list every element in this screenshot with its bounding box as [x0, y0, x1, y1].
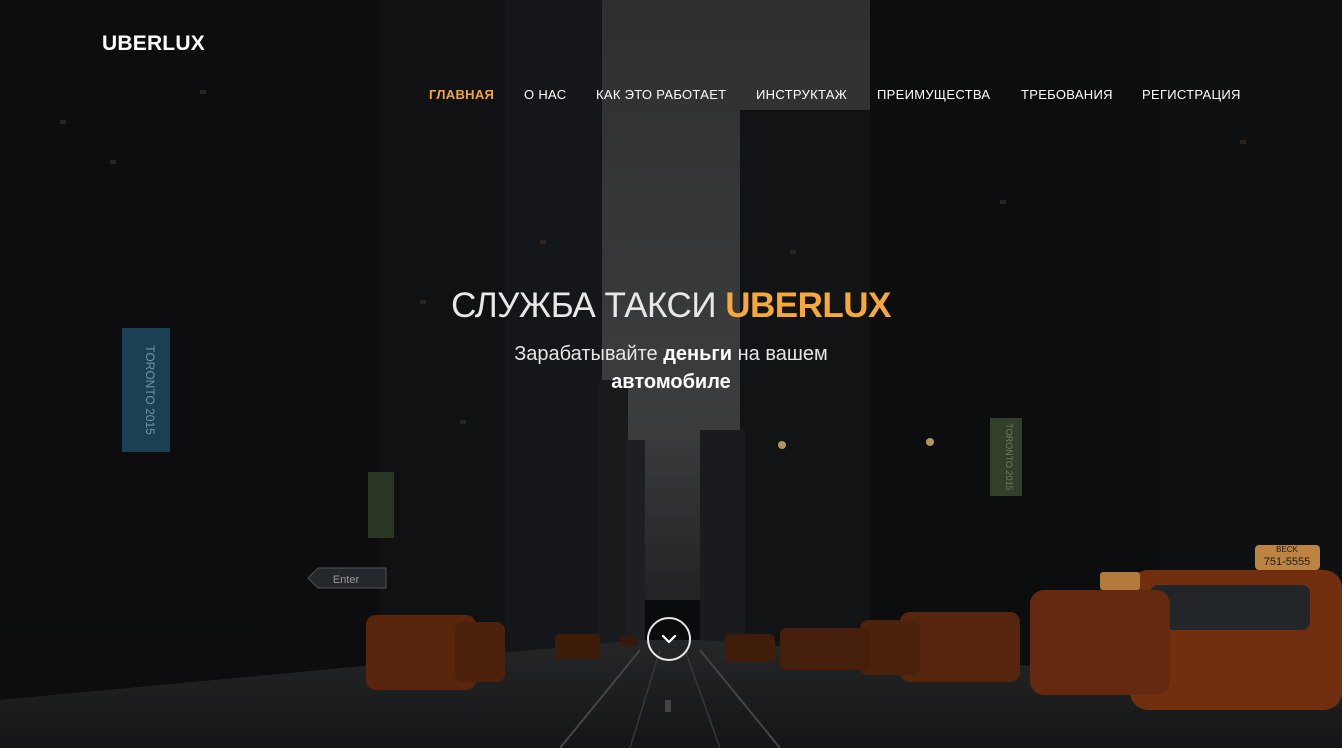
nav-item-requirements[interactable]: ТРЕБОВАНИЯ: [1021, 87, 1113, 102]
scroll-down-button[interactable]: [647, 617, 691, 661]
nav-item-how-it-works[interactable]: КАК ЭТО РАБОТАЕТ: [596, 87, 726, 102]
nav-item-home[interactable]: ГЛАВНАЯ: [429, 87, 494, 102]
hero-subtitle-part1: Зарабатывайте: [514, 343, 658, 365]
nav-item-briefing[interactable]: ИНСТРУКТАЖ: [756, 87, 847, 102]
hero-title: СЛУЖБА ТАКСИ UBERLUX: [0, 286, 1342, 326]
hero-subtitle-part2: на вашем: [737, 343, 828, 365]
nav-item-about[interactable]: О НАС: [524, 87, 566, 102]
hero-subtitle: Зарабатывайте деньги на вашем автомобиле: [471, 340, 871, 396]
site-logo[interactable]: UBERLUX: [102, 32, 205, 56]
chevron-down-icon: [661, 634, 677, 644]
hero-subtitle-bold1: деньги: [663, 343, 733, 365]
hero-title-accent: UBERLUX: [725, 286, 891, 325]
main-nav: ГЛАВНАЯ О НАС КАК ЭТО РАБОТАЕТ ИНСТРУКТА…: [0, 87, 1342, 103]
hero-title-prefix: СЛУЖБА ТАКСИ: [451, 286, 716, 325]
nav-item-advantages[interactable]: ПРЕИМУЩЕСТВА: [877, 87, 990, 102]
nav-item-registration[interactable]: РЕГИСТРАЦИЯ: [1142, 87, 1241, 102]
hero-subtitle-bold2: автомобиле: [611, 371, 731, 393]
